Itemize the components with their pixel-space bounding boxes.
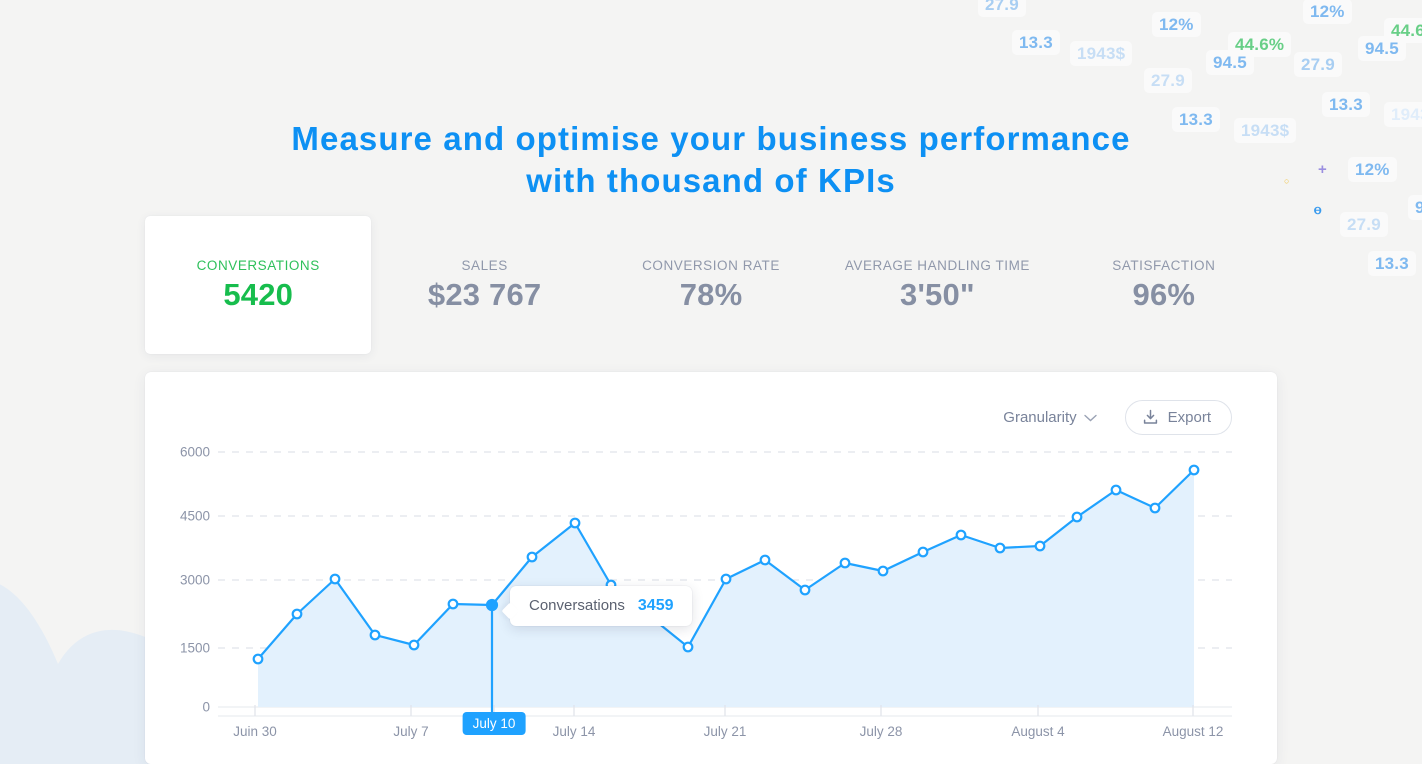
x-axis-label[interactable]: July 21 xyxy=(704,724,747,739)
kpi-value: 3'50" xyxy=(900,277,975,312)
floating-kpi-badge: 27.9 xyxy=(1144,68,1192,94)
floating-kpi-badge: 13.3 xyxy=(1368,251,1416,277)
chart-point[interactable] xyxy=(447,598,459,610)
headline-line-1: Measure and optimise your business perfo… xyxy=(291,120,1131,158)
floating-kpi-badge: 94.5 xyxy=(1358,36,1406,62)
chart-point[interactable] xyxy=(720,573,732,585)
chart-point[interactable] xyxy=(1188,464,1200,476)
y-axis-tick-label: 0 xyxy=(202,699,210,715)
floating-kpi-badge: 1943$ xyxy=(1070,41,1133,67)
tooltip-value: 3459 xyxy=(637,597,674,614)
chart-point[interactable] xyxy=(369,629,381,641)
decorative-wave xyxy=(0,584,150,764)
chart-point[interactable] xyxy=(1110,484,1122,496)
tooltip-label: Conversations xyxy=(529,597,625,614)
x-axis-label[interactable]: August 12 xyxy=(1163,724,1224,739)
chart-point[interactable] xyxy=(839,557,851,569)
chart-point-selected[interactable] xyxy=(485,598,499,612)
kpi-card-satisfaction[interactable]: SATISFACTION 96% xyxy=(1051,216,1277,354)
chart-point[interactable] xyxy=(799,584,811,596)
kpi-summary-row: CONVERSATIONS 5420 SALES $23 767 CONVERSION … xyxy=(145,216,1277,354)
y-axis-tick-label: 1500 xyxy=(179,640,210,656)
chart-point[interactable] xyxy=(994,542,1006,554)
chart-point[interactable] xyxy=(682,641,694,653)
x-axis-label[interactable]: July 14 xyxy=(553,724,596,739)
chart-point[interactable] xyxy=(329,573,341,585)
chart-point[interactable] xyxy=(252,653,264,665)
y-axis-tick-label: 6000 xyxy=(179,444,210,460)
chart-point[interactable] xyxy=(1034,540,1046,552)
kpi-card-conversion-rate[interactable]: CONVERSION RATE 78% xyxy=(598,216,824,354)
kpi-label: SALES xyxy=(461,258,508,273)
floating-kpi-badge: 27.9 xyxy=(1294,52,1342,78)
kpi-value: $23 767 xyxy=(427,277,542,312)
page-title: Measure and optimise your business perfo… xyxy=(0,118,1422,202)
chart-point[interactable] xyxy=(917,546,929,558)
chart-canvas xyxy=(218,451,1232,717)
kpi-label: CONVERSION RATE xyxy=(642,258,780,273)
kpi-value: 78% xyxy=(679,277,743,312)
floating-kpi-badge: 13.3 xyxy=(1012,30,1060,56)
chart-point[interactable] xyxy=(877,565,889,577)
decorative-mark: ⲑ xyxy=(1314,201,1322,218)
y-axis-tick-label: 4500 xyxy=(179,508,210,524)
x-axis-label[interactable]: Juin 30 xyxy=(233,724,277,739)
chart-point[interactable] xyxy=(569,517,581,529)
chart-point[interactable] xyxy=(759,554,771,566)
floating-kpi-badge: 94.5 xyxy=(1206,50,1254,76)
chart-point[interactable] xyxy=(408,639,420,651)
chart-point[interactable] xyxy=(526,551,538,563)
page-root: 27.9 12% 12% 13.3 44.6 1943$ 44.6% 94.5 94.5 27.9… xyxy=(0,0,1422,764)
chart-area-fill xyxy=(258,470,1194,707)
floating-kpi-badge: 13.3 xyxy=(1322,92,1370,118)
floating-kpi-badge: 12% xyxy=(1303,0,1352,25)
x-axis-label-selected[interactable]: July 10 xyxy=(462,712,526,735)
kpi-label: SATISFACTION xyxy=(1112,258,1216,273)
floating-kpi-badge: 12% xyxy=(1152,12,1201,38)
chart-point[interactable] xyxy=(1071,511,1083,523)
chart-point[interactable] xyxy=(1149,502,1161,514)
headline-line-2: with thousand of KPIs xyxy=(526,162,896,200)
kpi-label: AVERAGE HANDLING TIME xyxy=(844,258,1030,273)
kpi-card-conversations[interactable]: CONVERSATIONS 5420 xyxy=(145,216,372,354)
y-axis-tick-label: 3000 xyxy=(179,572,210,588)
floating-kpi-badge: 27.9 xyxy=(978,0,1026,18)
x-axis-label[interactable]: July 7 xyxy=(393,724,428,739)
chart-tooltip: Conversations 3459 xyxy=(510,586,693,626)
conversations-chart[interactable]: 0 1500 3000 4500 6000 Juin 30 July 7 July 10 Ju… xyxy=(145,372,1277,764)
kpi-card-sales[interactable]: SALES $23 767 xyxy=(371,216,597,354)
x-axis-label[interactable]: August 4 xyxy=(1011,724,1064,739)
kpi-card-average-handling-time[interactable]: AVERAGE HANDLING TIME 3'50" xyxy=(824,216,1050,354)
chart-point[interactable] xyxy=(955,529,967,541)
kpi-value: 96% xyxy=(1132,277,1196,312)
kpi-value: 5420 xyxy=(223,277,294,312)
chart-point[interactable] xyxy=(291,608,303,620)
x-axis-label[interactable]: July 28 xyxy=(860,724,903,739)
kpi-label: CONVERSATIONS xyxy=(196,258,320,273)
floating-kpi-badge: 27.9 xyxy=(1340,212,1388,238)
chart-card: Granularity Export 0 1500 3000 4500 6000 Jui… xyxy=(145,372,1277,764)
